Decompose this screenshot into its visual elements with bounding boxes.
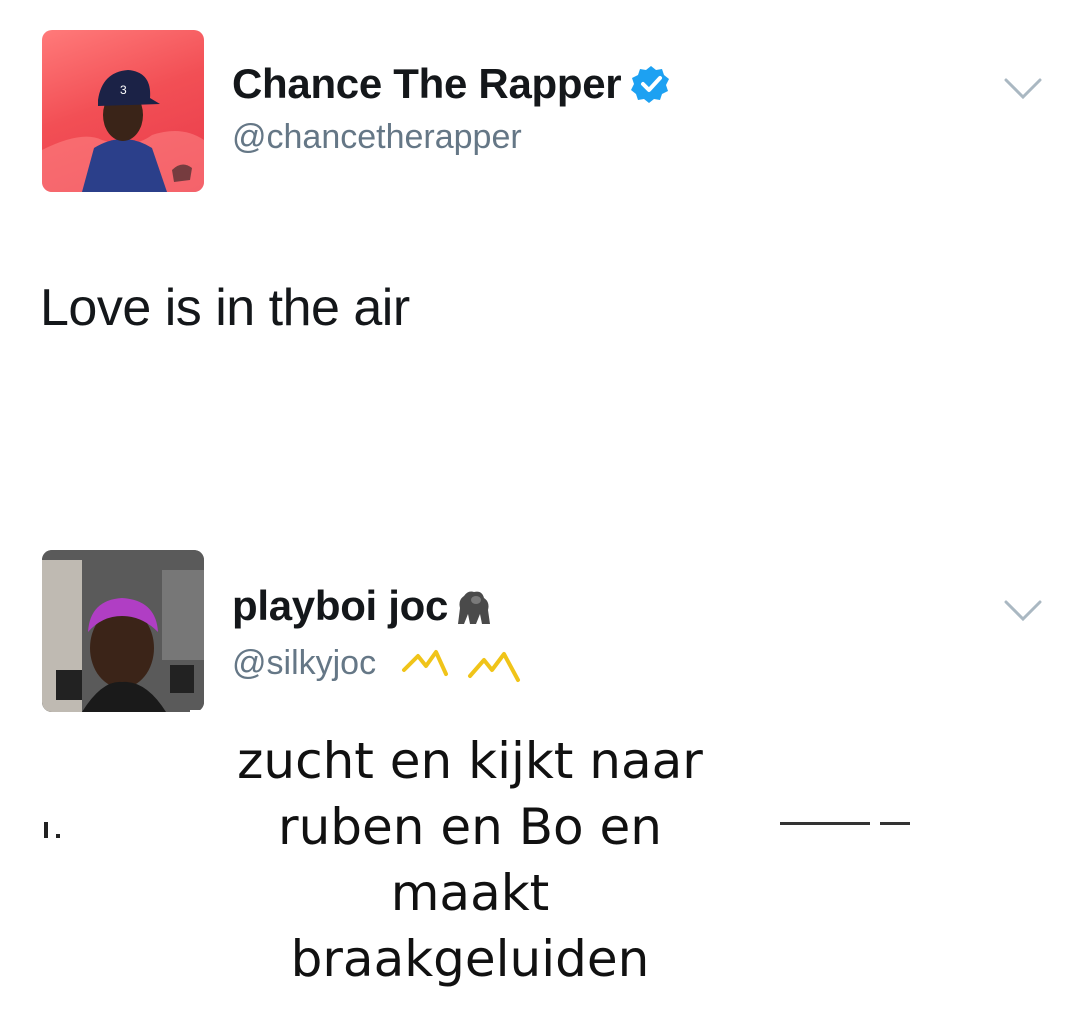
name-row: Chance The Rapper	[232, 60, 671, 108]
display-name[interactable]: playboi joc	[232, 582, 448, 630]
caption-line: zucht en kijkt naar	[237, 732, 703, 790]
text-remnant	[44, 822, 48, 838]
verified-badge-icon	[631, 66, 670, 103]
caption-line: maakt	[390, 864, 550, 922]
avatar[interactable]	[42, 550, 204, 712]
text-remnant	[780, 822, 870, 825]
chevron-down-icon[interactable]	[1002, 76, 1044, 102]
display-name[interactable]: Chance The Rapper	[232, 60, 622, 108]
handle[interactable]: @chancetherapper	[232, 118, 522, 157]
chance-avatar-photo: 3	[42, 70, 204, 192]
handle: @silkyjoc	[232, 640, 550, 690]
crown-icons	[401, 650, 520, 682]
joc-avatar-photo	[42, 550, 204, 712]
tweet-text: Love is in the air	[40, 279, 410, 337]
gorilla-icon	[458, 591, 491, 624]
meme-caption: zucht en kijkt naar ruben en Bo en maakt…	[190, 728, 750, 992]
name-row: playboi joc	[232, 582, 494, 630]
avatar[interactable]: 3	[42, 30, 204, 192]
chevron-down-icon[interactable]	[1002, 598, 1044, 624]
svg-text:3: 3	[120, 83, 127, 97]
text-remnant	[880, 822, 910, 825]
caption-line: braakgeluiden	[290, 930, 650, 988]
handle-text[interactable]: @silkyjoc	[232, 644, 376, 682]
tweet-chancetherapper: 3 Chance The Rapper @chancetherapper Lov…	[0, 0, 1080, 520]
caption-line: ruben en Bo en	[278, 798, 662, 856]
text-remnant	[56, 834, 60, 838]
